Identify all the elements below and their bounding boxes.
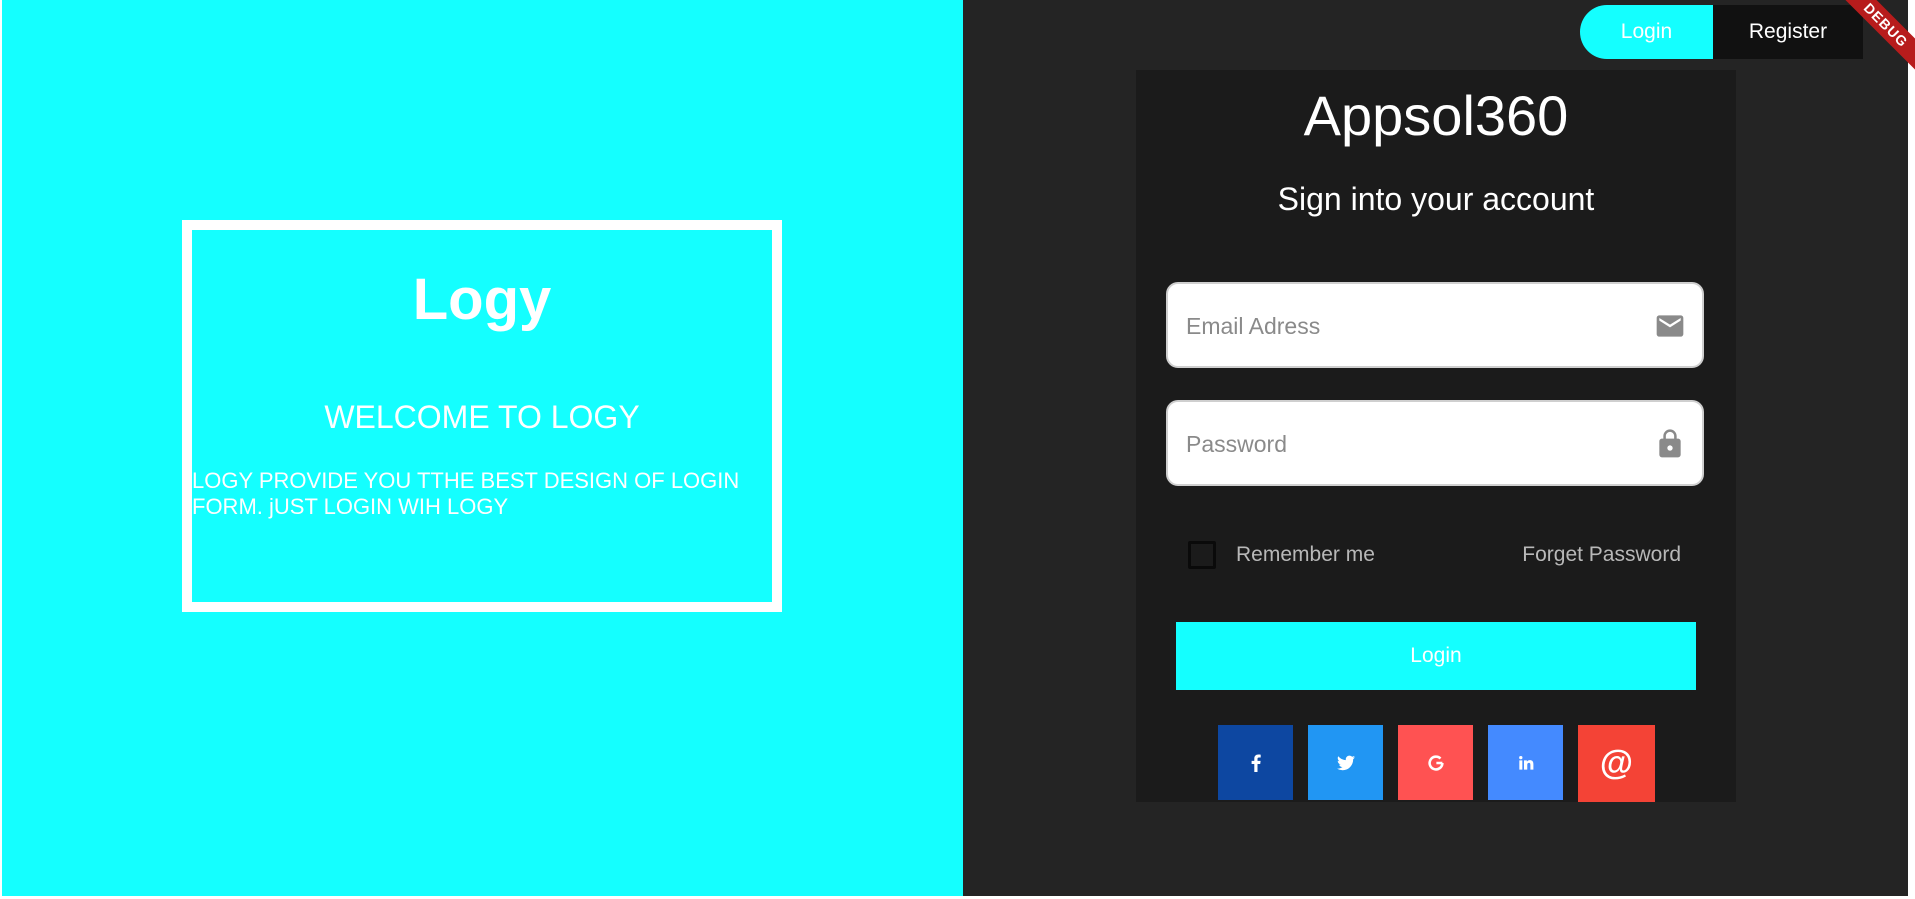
facebook-icon [1251, 754, 1261, 772]
lock-icon [1659, 429, 1681, 458]
welcome-description: LOGY PROVIDE YOU TTHE BEST DESIGN OF LOG… [192, 468, 740, 519]
signin-subtitle: Sign into your account [1277, 181, 1595, 217]
welcome-box: Logy WELCOME TO LOGY LOGY PROVIDE YOU TT… [182, 220, 782, 612]
welcome-title: WELCOME TO LOGY [324, 399, 640, 435]
google-button[interactable] [1398, 725, 1473, 800]
twitter-button[interactable] [1308, 725, 1383, 800]
twitter-icon [1336, 755, 1355, 770]
remember-checkbox[interactable] [1188, 541, 1216, 569]
top-nav: Login Register [1580, 5, 1863, 59]
left-panel: Logy WELCOME TO LOGY LOGY PROVIDE YOU TT… [2, 0, 963, 896]
right-panel: Appsol360 Sign into your account Remembe… [963, 0, 1908, 896]
password-field[interactable] [1166, 400, 1704, 486]
at-icon: @ [1599, 744, 1634, 782]
linkedin-button[interactable] [1488, 725, 1563, 800]
login-card: Appsol360 Sign into your account Remembe… [1136, 70, 1736, 802]
email-input[interactable] [1184, 284, 1628, 368]
nav-login-button[interactable]: Login [1580, 5, 1713, 59]
email-social-button[interactable]: @ [1578, 725, 1655, 802]
password-input[interactable] [1184, 402, 1628, 486]
google-icon [1427, 754, 1444, 771]
email-field[interactable] [1166, 282, 1704, 368]
brand-title: Logy [412, 267, 552, 332]
debug-banner: DEBUG [1835, 0, 1915, 80]
app-root: Logy WELCOME TO LOGY LOGY PROVIDE YOU TT… [2, 0, 1908, 896]
forget-password-link[interactable]: Forget Password [1522, 542, 1681, 568]
facebook-button[interactable] [1218, 725, 1293, 800]
linkedin-icon [1518, 755, 1533, 770]
app-title: Appsol360 [1303, 84, 1569, 147]
login-button[interactable]: Login [1176, 622, 1696, 690]
remember-label[interactable]: Remember me [1236, 542, 1375, 568]
mail-icon [1656, 315, 1684, 337]
debug-label: DEBUG [1839, 0, 1915, 72]
